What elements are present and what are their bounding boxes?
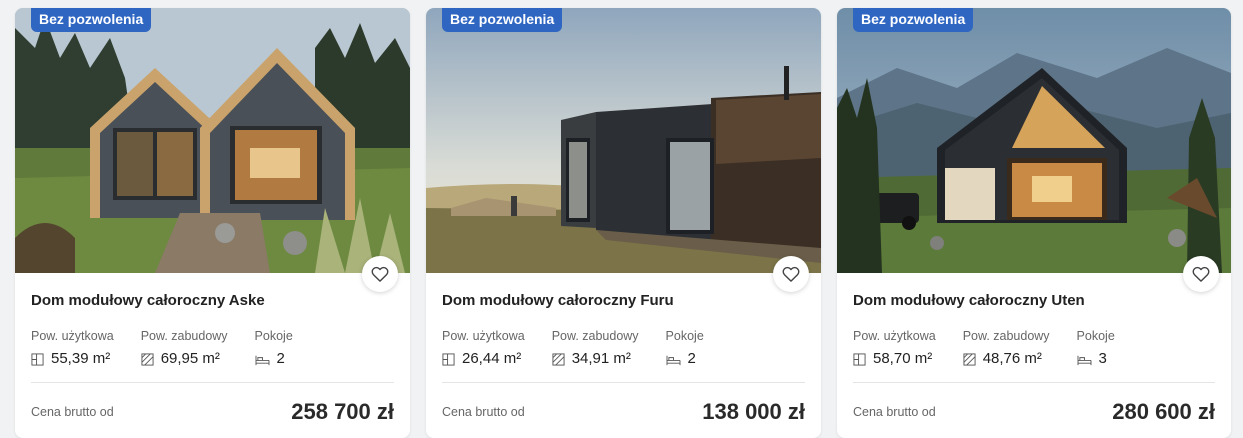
spec-value: 48,76 m²: [982, 350, 1042, 367]
specs-row: Pow. użytkowa 26,44 m² Pow. zabudowy 34,…: [442, 329, 805, 368]
building-area-icon: [963, 352, 976, 366]
heart-outline-icon: [1192, 266, 1210, 282]
favorite-button[interactable]: [362, 256, 398, 292]
price-label: Cena brutto od: [31, 405, 114, 419]
specs-row: Pow. użytkowa 55,39 m² Pow. zabudowy 69,…: [31, 329, 394, 368]
floor-area-icon: [31, 352, 44, 366]
divider: [853, 382, 1215, 383]
spec-rooms: Pokoje 3: [1077, 329, 1115, 368]
spec-value: 69,95 m²: [160, 350, 220, 367]
spec-value-row: 55,39 m²: [31, 350, 114, 368]
bed-icon: [255, 355, 270, 365]
heart-outline-icon: [782, 266, 800, 282]
house-photo-furu: [426, 8, 821, 273]
spec-value: 26,44 m²: [462, 350, 522, 367]
house-photo-aske: [15, 8, 410, 273]
product-grid: Bez pozwolenia Dom modułowy całoroczny A…: [15, 8, 1231, 438]
spec-building-area: Pow. zabudowy 69,95 m²: [141, 329, 228, 368]
floor-area-icon: [853, 352, 866, 366]
spec-value: 58,70 m²: [873, 350, 933, 367]
spec-value-row: 3: [1077, 350, 1115, 368]
spec-label: Pow. zabudowy: [962, 329, 1050, 343]
favorite-button[interactable]: [1183, 256, 1219, 292]
favorite-button[interactable]: [773, 256, 809, 292]
heart-outline-icon: [371, 266, 389, 282]
spec-floor-area: Pow. użytkowa 58,70 m²: [853, 329, 936, 368]
product-title[interactable]: Dom modułowy całoroczny Uten: [853, 292, 1215, 310]
product-photo[interactable]: Bez pozwolenia: [15, 8, 410, 273]
product-card-uten[interactable]: Bez pozwolenia Dom modułowy całoroczny U…: [837, 8, 1231, 438]
spec-value: 34,91 m²: [571, 350, 631, 367]
product-photo[interactable]: Bez pozwolenia: [426, 8, 821, 273]
spec-value-row: 69,95 m²: [141, 350, 228, 368]
spec-rooms: Pokoje 2: [255, 329, 293, 368]
product-card-aske[interactable]: Bez pozwolenia Dom modułowy całoroczny A…: [15, 8, 410, 438]
spec-label: Pow. użytkowa: [853, 329, 936, 343]
spec-value: 2: [687, 350, 696, 367]
no-permit-badge: Bez pozwolenia: [853, 8, 974, 32]
no-permit-badge: Bez pozwolenia: [31, 8, 152, 32]
product-title[interactable]: Dom modułowy całoroczny Aske: [31, 292, 394, 310]
product-photo[interactable]: Bez pozwolenia: [837, 8, 1231, 273]
spec-value-row: 58,70 m²: [853, 350, 936, 368]
price-row: Cena brutto od 280 600 zł: [853, 399, 1215, 425]
price: 258 700 zł: [291, 399, 394, 424]
floor-area-icon: [442, 352, 455, 366]
spec-floor-area: Pow. użytkowa 26,44 m²: [442, 329, 525, 368]
house-photo-uten: [837, 8, 1231, 273]
spec-building-area: Pow. zabudowy 48,76 m²: [963, 329, 1050, 368]
building-area-icon: [141, 352, 154, 366]
spec-value-row: 2: [666, 350, 704, 368]
price-label: Cena brutto od: [853, 405, 936, 419]
no-permit-badge: Bez pozwolenia: [442, 8, 563, 32]
product-card-furu[interactable]: Bez pozwolenia Dom modułowy całoroczny F…: [426, 8, 821, 438]
spec-label: Pokoje: [254, 329, 293, 343]
spec-value: 55,39 m²: [51, 350, 111, 367]
spec-value-row: 48,76 m²: [963, 350, 1050, 368]
spec-floor-area: Pow. użytkowa 55,39 m²: [31, 329, 114, 368]
spec-value: 3: [1098, 350, 1107, 367]
divider: [442, 382, 805, 383]
bed-icon: [666, 355, 681, 365]
product-title[interactable]: Dom modułowy całoroczny Furu: [442, 292, 805, 310]
spec-label: Pow. użytkowa: [31, 329, 114, 343]
spec-label: Pow. zabudowy: [140, 329, 228, 343]
spec-label: Pow. użytkowa: [442, 329, 525, 343]
spec-rooms: Pokoje 2: [666, 329, 704, 368]
specs-row: Pow. użytkowa 58,70 m² Pow. zabudowy 48,…: [853, 329, 1215, 368]
bed-icon: [1077, 355, 1092, 365]
spec-value-row: 26,44 m²: [442, 350, 525, 368]
divider: [31, 382, 394, 383]
price-row: Cena brutto od 138 000 zł: [442, 399, 805, 425]
spec-label: Pow. zabudowy: [551, 329, 639, 343]
price-label: Cena brutto od: [442, 405, 525, 419]
price-row: Cena brutto od 258 700 zł: [31, 399, 394, 425]
price: 138 000 zł: [702, 399, 805, 424]
spec-value: 2: [276, 350, 285, 367]
spec-label: Pokoje: [665, 329, 704, 343]
building-area-icon: [552, 352, 565, 366]
spec-label: Pokoje: [1076, 329, 1115, 343]
spec-value-row: 2: [255, 350, 293, 368]
spec-building-area: Pow. zabudowy 34,91 m²: [552, 329, 639, 368]
price: 280 600 zł: [1112, 399, 1215, 424]
spec-value-row: 34,91 m²: [552, 350, 639, 368]
